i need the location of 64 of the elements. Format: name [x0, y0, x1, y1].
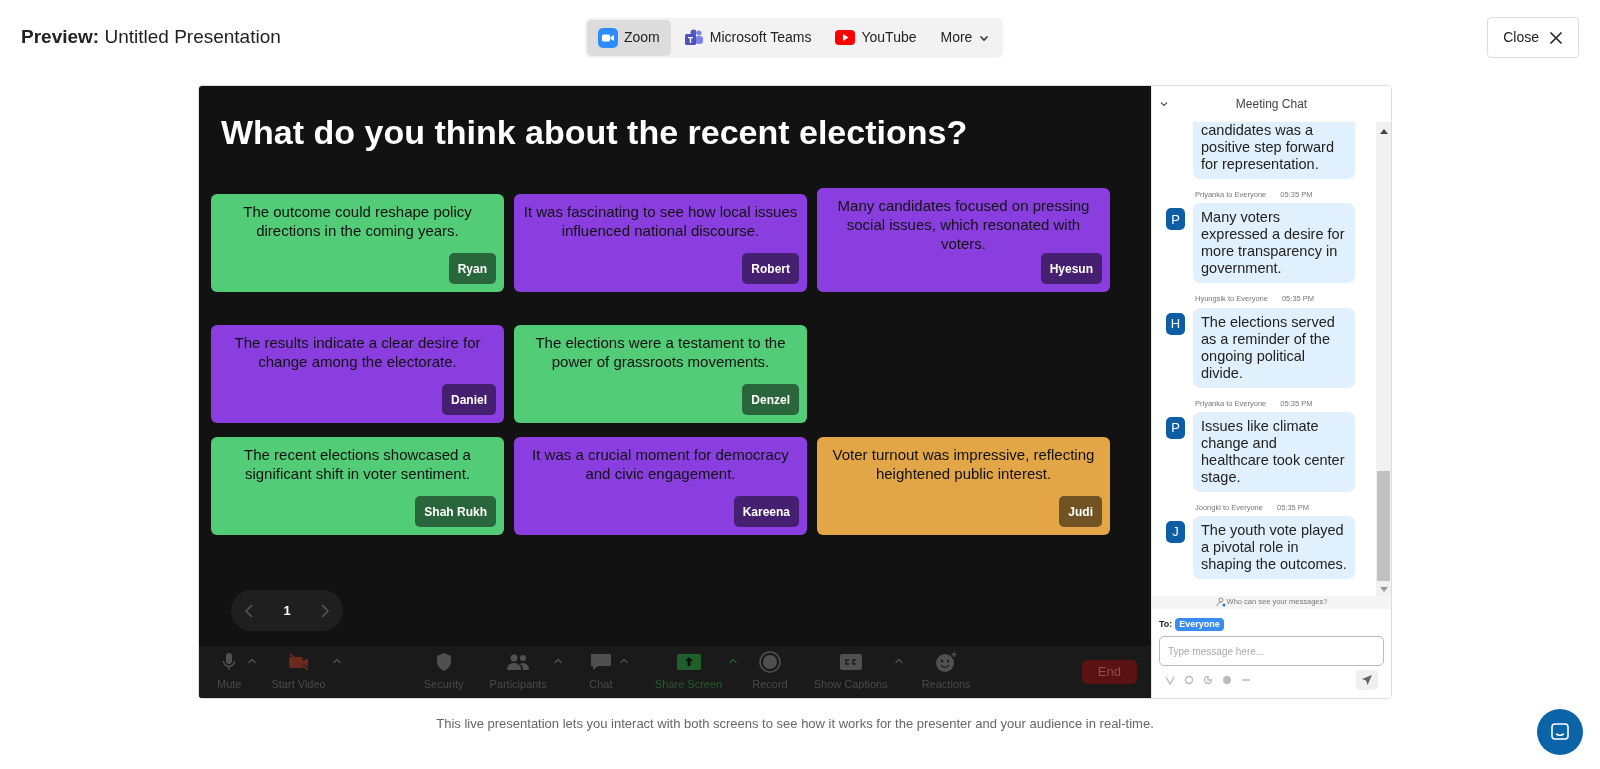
- caret-icon[interactable]: [331, 657, 342, 666]
- slide-question: What do you think about the recent elections?: [220, 112, 969, 152]
- user-avatar: H: [1166, 312, 1185, 335]
- response-text: The recent elections showcased a significant shift in voter sentiment.: [243, 445, 472, 483]
- video-camera-icon: [598, 27, 618, 48]
- caret-icon[interactable]: [618, 657, 629, 666]
- response-text: It was fascinating to see how local issues influenced national discourse.: [522, 202, 799, 240]
- platform-tab[interactable]: Zoom: [587, 19, 671, 56]
- message-bubble: Issues like climate change and healthcare took center stage.: [1193, 411, 1355, 492]
- send-button[interactable]: [1356, 670, 1378, 690]
- response-text: The outcome could reshape policy directions in the coming years.: [242, 202, 473, 240]
- close-button[interactable]: Close: [1487, 17, 1579, 58]
- caret-icon[interactable]: [893, 657, 904, 666]
- play-button-icon: [835, 30, 856, 45]
- response-text: It was a crucial moment for democracy and civic engagement.: [531, 445, 790, 483]
- message-bubble: Many voters expressed a desire for more transparency in government.: [1193, 203, 1355, 284]
- platform-tab[interactable]: More: [929, 19, 1002, 56]
- caret-icon[interactable]: [552, 657, 563, 666]
- user-avatar: P: [1166, 208, 1185, 231]
- user-visibility-icon: [1215, 597, 1226, 607]
- message-bubble: The elections served as a reminder of the ongoing political divide.: [1193, 307, 1355, 388]
- author-tag: Daniel: [442, 384, 496, 415]
- recipient-chip[interactable]: Everyone: [1175, 617, 1224, 631]
- chat-icon: [1550, 722, 1570, 742]
- author-tag: Ryan: [448, 253, 496, 284]
- presentation-caption: This live presentation lets you interact with both screens to see how it works for the presenter and your audience in real-time.: [435, 715, 1155, 733]
- send-icon: [1361, 674, 1373, 686]
- response-text: Voter turnout was impressive, reflecting heightened public interest.: [831, 445, 1096, 483]
- author-tag: Kareena: [733, 496, 799, 527]
- author-tag: Hyesun: [1040, 253, 1102, 284]
- caret-icon[interactable]: [247, 657, 258, 666]
- end-button[interactable]: End: [1081, 660, 1137, 684]
- author-tag: Denzel: [742, 384, 799, 415]
- user-avatar: P: [1166, 416, 1185, 439]
- people-logo-icon: [683, 27, 704, 48]
- to-label: To:: [1159, 617, 1173, 631]
- platform-tab[interactable]: Microsoft Teams: [672, 19, 823, 56]
- caret-icon[interactable]: [728, 657, 739, 666]
- close-icon: [1549, 30, 1563, 45]
- message-input[interactable]: Type message here...: [1159, 636, 1384, 666]
- response-text: The results indicate a clear desire for change among the electorate.: [233, 333, 482, 371]
- author-tag: Robert: [742, 253, 799, 284]
- video-off-icon: [286, 651, 311, 674]
- shield-icon: [434, 651, 453, 674]
- scrollbar[interactable]: [1376, 122, 1391, 596]
- toolbar-button[interactable]: Share Screen: [650, 651, 727, 693]
- response-text: Many candidates focused on pressing social issues, which resonated with voters.: [836, 196, 1091, 253]
- page-number: 1: [283, 601, 291, 620]
- help-chat-button[interactable]: [1537, 709, 1583, 755]
- smiley-icon: [934, 651, 959, 674]
- scroll-down-icon[interactable]: [1379, 586, 1388, 592]
- author-tag: Judi: [1059, 496, 1102, 527]
- message-bubble: The youth vote played a pivotal role in shaping the outcomes.: [1193, 516, 1355, 579]
- author-tag: Shah Rukh: [415, 496, 496, 527]
- scroll-up-icon[interactable]: [1379, 129, 1388, 134]
- page-title: Preview: Untitled Presentation: [21, 25, 282, 50]
- collapse-chevron-icon[interactable]: [1160, 101, 1168, 107]
- user-avatar: J: [1166, 521, 1185, 543]
- platform-tab[interactable]: YouTube: [824, 19, 928, 56]
- record-icon: [758, 651, 781, 674]
- scrollbar-thumb[interactable]: [1377, 470, 1390, 581]
- response-text: The elections were a testament to the power of grassroots movements.: [534, 333, 787, 371]
- chat-title: Meeting Chat: [1234, 96, 1309, 113]
- message-bubble: candidates was a positive step forward for representation.: [1193, 122, 1355, 179]
